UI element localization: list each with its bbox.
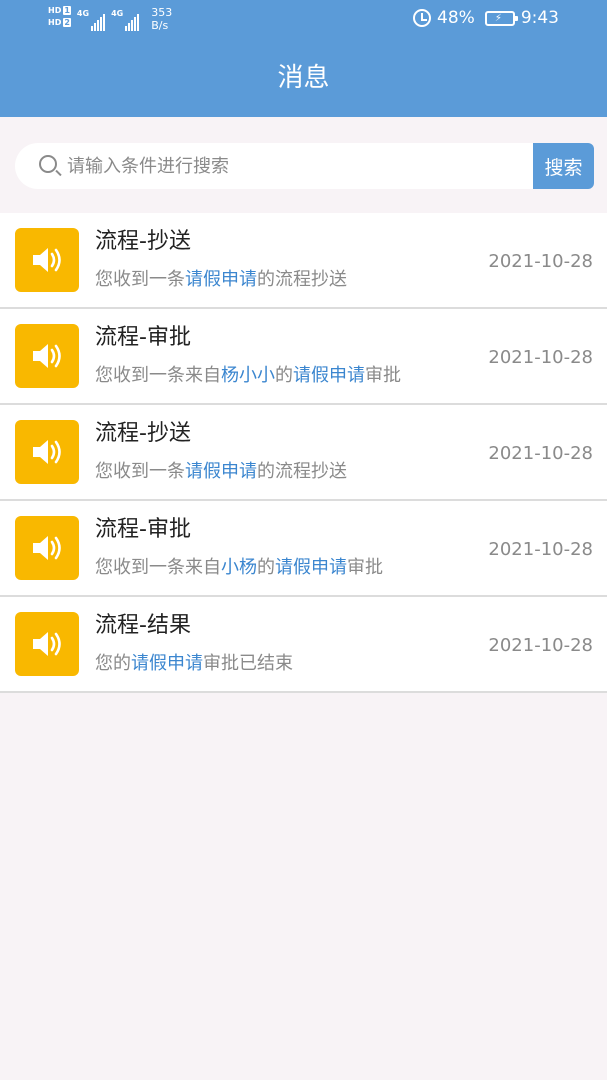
description-text: 的: [275, 365, 293, 386]
speaker-icon: [15, 228, 79, 292]
message-title: 流程-抄送: [95, 421, 191, 446]
highlight-text: 请假申请: [185, 461, 257, 482]
description-text: 您收到一条: [95, 461, 185, 482]
hd1-num: 1: [63, 6, 71, 15]
status-right: 48% ⚡ 9:43: [413, 8, 559, 28]
search-input[interactable]: [67, 143, 527, 189]
description-text: 您的: [95, 653, 131, 674]
message-title: 流程-审批: [95, 325, 191, 350]
status-bar: HD 1 HD 2 4G 4G 353 B/s 48% ⚡ 9:43: [0, 0, 607, 40]
message-title: 流程-抄送: [95, 229, 191, 254]
message-description: 您收到一条请假申请的流程抄送: [95, 459, 347, 485]
signal-1-icon: 4G: [76, 9, 106, 31]
status-left: HD 1 HD 2 4G 4G 353 B/s: [48, 5, 172, 37]
speed-value: 353: [151, 6, 173, 19]
message-date: 2021-10-28: [488, 251, 593, 272]
battery-icon: ⚡: [484, 10, 518, 26]
alarm-icon: [413, 9, 432, 27]
message-item[interactable]: 流程-审批您收到一条来自小杨的请假申请审批 2021-10-28: [0, 501, 607, 597]
speaker-icon: [15, 516, 79, 580]
search-button[interactable]: 搜索: [533, 143, 594, 189]
search-bar: 搜索: [15, 143, 594, 189]
highlight-text: 请假申请: [185, 269, 257, 290]
description-text: 的流程抄送: [257, 461, 347, 482]
message-description: 您收到一条请假申请的流程抄送: [95, 267, 347, 293]
hd2-num: 2: [63, 18, 71, 27]
hd1-label: HD: [48, 6, 62, 15]
highlight-text: 小杨: [221, 557, 257, 578]
status-time: 9:43: [520, 8, 559, 28]
page-title: 消息: [277, 63, 330, 93]
message-item[interactable]: 流程-抄送您收到一条请假申请的流程抄送 2021-10-28: [0, 405, 607, 501]
description-text: 您收到一条: [95, 269, 185, 290]
signal-2-icon: 4G: [111, 9, 140, 31]
search-icon: [39, 155, 57, 173]
message-item[interactable]: 流程-抄送您收到一条请假申请的流程抄送 2021-10-28: [0, 213, 607, 309]
hd1-badge: HD 1: [48, 6, 71, 15]
hd2-label: HD: [48, 18, 62, 27]
description-text: 的: [257, 557, 275, 578]
highlight-text: 杨小小: [221, 365, 275, 386]
hd-indicators: HD 1 HD 2: [48, 6, 71, 27]
message-item[interactable]: 流程-结果您的请假申请审批已结束 2021-10-28: [0, 597, 607, 693]
description-text: 审批: [365, 365, 401, 386]
signal-1-label: 4G: [76, 9, 90, 18]
highlight-text: 请假申请: [293, 365, 365, 386]
battery-percent: 48%: [437, 8, 475, 28]
speaker-icon: [15, 324, 79, 388]
speaker-icon: [15, 612, 79, 676]
message-item[interactable]: 流程-审批您收到一条来自杨小小的请假申请审批 2021-10-28: [0, 309, 607, 405]
highlight-text: 请假申请: [275, 557, 347, 578]
message-description: 您的请假申请审批已结束: [95, 651, 293, 677]
description-text: 您收到一条来自: [95, 557, 221, 578]
message-description: 您收到一条来自小杨的请假申请审批: [95, 555, 383, 581]
signal-2-label: 4G: [111, 9, 124, 18]
message-date: 2021-10-28: [488, 443, 593, 464]
message-description: 您收到一条来自杨小小的请假申请审批: [95, 363, 401, 389]
search-box: [15, 143, 535, 189]
hd2-badge: HD 2: [48, 18, 71, 27]
message-date: 2021-10-28: [488, 635, 593, 656]
message-title: 流程-结果: [95, 613, 191, 638]
description-text: 您收到一条来自: [95, 365, 221, 386]
description-text: 审批: [347, 557, 383, 578]
speaker-icon: [15, 420, 79, 484]
highlight-text: 请假申请: [131, 653, 203, 674]
message-list: 流程-抄送 您收到一条请假申请的流程抄送 2021-10-28 流程-审批 您收到一条来…: [0, 213, 607, 693]
network-speed: 353 B/s: [151, 6, 172, 32]
message-date: 2021-10-28: [488, 347, 593, 368]
description-text: 的流程抄送: [257, 269, 347, 290]
message-title: 流程-审批: [95, 517, 191, 542]
description-text: 审批已结束: [203, 653, 293, 674]
app-header: HD 1 HD 2 4G 4G 353 B/s 48% ⚡ 9:43 消息: [0, 0, 607, 117]
speed-unit: B/s: [151, 19, 169, 32]
message-date: 2021-10-28: [488, 539, 593, 560]
